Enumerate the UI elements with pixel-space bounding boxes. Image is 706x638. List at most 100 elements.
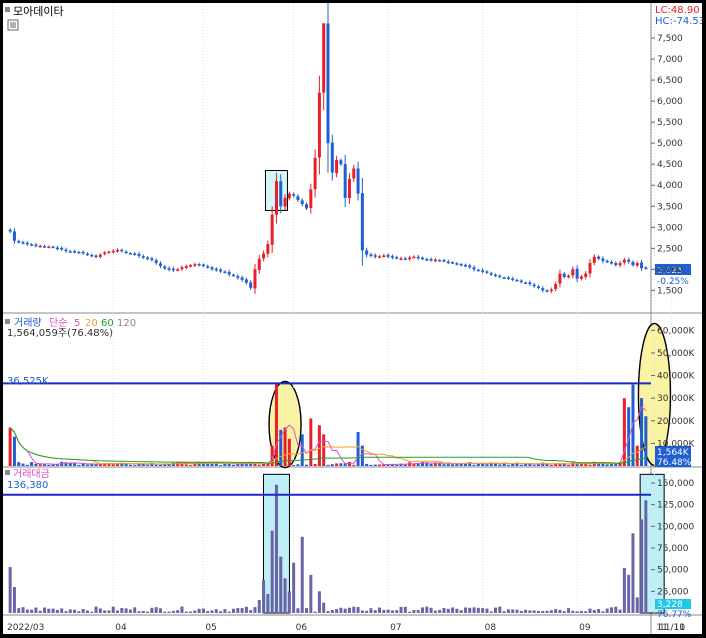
volume-bar[interactable] [373,464,377,466]
amount-bar[interactable] [622,567,626,613]
candle-body[interactable] [558,273,562,284]
amount-bar[interactable] [601,611,605,613]
candle-body[interactable] [463,264,467,267]
candle-body[interactable] [605,260,609,263]
candle-body[interactable] [146,257,150,260]
candle-body[interactable] [98,254,102,257]
volume-bar[interactable] [30,462,34,466]
candle-body[interactable] [64,249,68,252]
candle-body[interactable] [73,251,77,253]
amount-bar[interactable] [515,609,519,613]
volume-bar[interactable] [365,463,369,466]
candle-body[interactable] [38,245,42,248]
amount-bar[interactable] [116,610,120,613]
amount-bar[interactable] [201,608,205,613]
amount-bar[interactable] [571,610,575,613]
candle-body[interactable] [43,246,47,248]
volume-bar[interactable] [184,464,188,466]
amount-bar[interactable] [584,611,588,613]
volume-bar[interactable] [335,463,339,466]
volume-bar[interactable] [296,464,300,466]
candle-body[interactable] [455,263,459,265]
candle-body[interactable] [55,247,59,250]
candle-body[interactable] [360,193,364,251]
candle-body[interactable] [279,181,283,207]
volume-bar[interactable] [274,383,278,466]
candle-body[interactable] [412,256,416,259]
volume-bar[interactable] [438,463,442,466]
candle-body[interactable] [481,270,485,272]
candle-body[interactable] [425,259,429,261]
candle-body[interactable] [17,241,21,243]
candle-body[interactable] [438,260,442,262]
candle-body[interactable] [206,266,210,268]
amount-bar[interactable] [463,607,467,613]
candle-body[interactable] [356,168,360,194]
amount-bar[interactable] [77,611,81,613]
volume-bar[interactable] [244,464,248,466]
amount-bar[interactable] [270,530,274,613]
amount-bar[interactable] [150,607,154,613]
candle-body[interactable] [167,268,171,270]
candle-body[interactable] [532,284,536,287]
amount-bar[interactable] [635,597,639,613]
candle-body[interactable] [300,200,304,205]
volume-bar[interactable] [614,463,618,466]
settings-icon[interactable] [7,19,19,31]
candle-body[interactable] [378,256,382,258]
volume-bar[interactable] [111,464,115,466]
amount-bar[interactable] [309,574,313,613]
candle-body[interactable] [592,256,596,263]
candle-body[interactable] [515,279,519,282]
candle-body[interactable] [326,23,330,144]
volume-bar[interactable] [300,434,304,466]
volume-bar[interactable] [472,464,476,466]
candle-body[interactable] [575,268,579,279]
volume-bar[interactable] [369,464,373,466]
candle-body[interactable] [12,231,16,241]
candle-body[interactable] [365,250,369,255]
amount-bar[interactable] [274,484,278,613]
volume-bar[interactable] [292,465,296,466]
amount-bar[interactable] [408,611,412,613]
candle-body[interactable] [223,271,227,273]
candle-body[interactable] [511,278,515,281]
candle-body[interactable] [545,290,549,292]
volume-bar[interactable] [622,398,626,466]
candle-body[interactable] [451,262,455,264]
amount-bar[interactable] [489,611,493,613]
amount-bar[interactable] [12,587,16,613]
amount-bar[interactable] [197,608,201,613]
candle-body[interactable] [292,194,296,196]
candle-body[interactable] [614,262,618,266]
amount-bar[interactable] [103,610,107,613]
amount-bar[interactable] [481,608,485,613]
volume-bar[interactable] [47,464,51,466]
candle-body[interactable] [579,276,583,279]
amount-bar[interactable] [219,611,223,613]
volume-bar[interactable] [635,445,639,466]
volume-bar[interactable] [313,463,317,466]
volume-bar[interactable] [287,438,291,466]
candle-body[interactable] [154,260,158,264]
amount-bar[interactable] [317,591,321,613]
amount-bar[interactable] [451,607,455,613]
volume-bar[interactable] [154,464,158,466]
candle-body[interactable] [124,251,128,254]
volume-bar[interactable] [567,465,571,466]
amount-bar[interactable] [189,611,193,613]
amount-bar[interactable] [305,608,309,613]
candle-body[interactable] [502,277,506,280]
candle-body[interactable] [257,258,261,270]
amount-bar[interactable] [644,500,648,613]
candle-body[interactable] [232,274,236,277]
amount-bar[interactable] [47,608,51,613]
volume-bar[interactable] [451,464,455,466]
amount-bar[interactable] [17,608,21,613]
candle-body[interactable] [489,273,493,275]
volume-bar[interactable] [219,465,223,466]
candle-body[interactable] [253,269,257,289]
amount-bar[interactable] [43,607,47,613]
candle-body[interactable] [244,279,248,283]
amount-bar[interactable] [262,580,266,613]
